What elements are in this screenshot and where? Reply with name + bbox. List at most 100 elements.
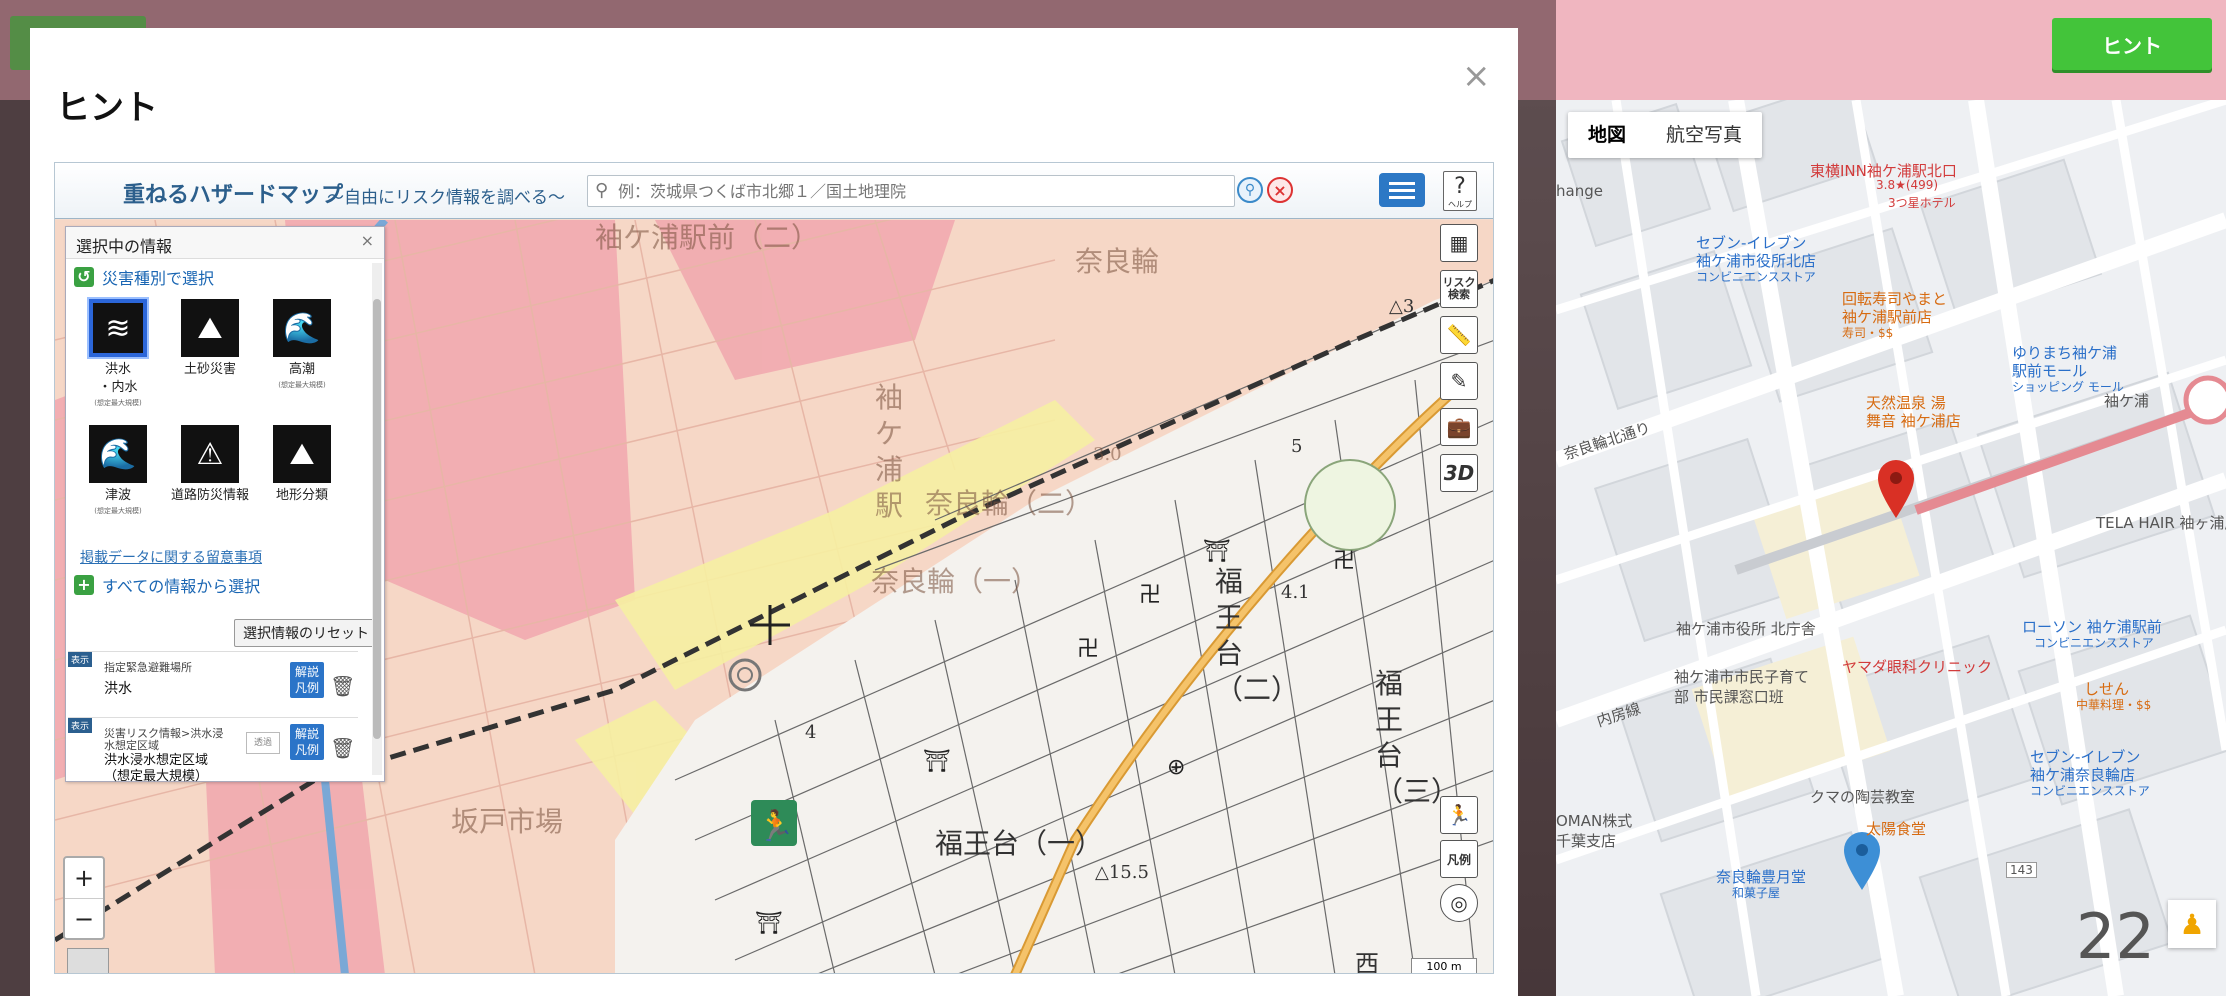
search-icon: ⚲: [595, 180, 609, 201]
locate-icon[interactable]: ◎: [1440, 884, 1478, 922]
poi-oman[interactable]: OMAN株式: [1556, 810, 1632, 831]
panel-scrollbar[interactable]: [372, 263, 382, 775]
label-elev5: 3.0: [1093, 444, 1122, 465]
hint-button[interactable]: ヒント: [2052, 18, 2212, 70]
poi-taiyo[interactable]: 太陽食堂: [1866, 818, 1926, 839]
label-station: 袖ケ浦駅: [875, 381, 904, 522]
zoom-out-button[interactable]: −: [65, 898, 103, 938]
trash-icon[interactable]: 🗑: [330, 736, 355, 760]
poi-toyoko-sub: 3つ星ホテル: [1888, 196, 1956, 210]
opacity-button[interactable]: 透過: [246, 732, 280, 754]
modal-title: ヒント: [56, 88, 158, 128]
category-label: 土砂災害: [183, 362, 236, 377]
poi-yamada[interactable]: ヤマダ眼科クリニック: [1842, 656, 1992, 677]
zoom-control: + −: [63, 856, 105, 940]
pegman-icon[interactable]: ♟: [2168, 900, 2216, 948]
category-label: 地形分類: [275, 488, 328, 503]
category-road[interactable]: ⚠ 道路防災情報: [164, 421, 256, 547]
basemap-toggle[interactable]: [67, 948, 109, 973]
category-tsunami[interactable]: 🌊 津波 (想定最大規模): [72, 421, 164, 547]
close-icon[interactable]: ×: [1462, 56, 1491, 96]
layer-name: 洪水: [104, 681, 132, 697]
legend-explain-button[interactable]: 解説凡例: [290, 662, 324, 698]
search-input[interactable]: [587, 175, 1235, 207]
category-label: 高潮: [288, 362, 315, 377]
map-type-satellite[interactable]: 航空写真: [1646, 112, 1762, 158]
legend-button[interactable]: 凡例: [1440, 840, 1478, 878]
poi-cityhall[interactable]: 袖ケ浦市役所 北庁舎: [1676, 618, 1816, 639]
search-button[interactable]: ⚲: [1237, 177, 1263, 203]
map-type-control[interactable]: 地図 航空写真: [1568, 112, 1763, 158]
label-elev6: 4.1: [1281, 582, 1310, 603]
label-area4: 奈良輪（一）: [871, 565, 1040, 598]
layer-title: 指定緊急避難場所: [104, 661, 192, 674]
svg-text:卍: 卍: [1139, 583, 1161, 608]
svg-text:⛩: ⛩: [1203, 539, 1231, 564]
zoom-level: 22: [2076, 900, 2155, 973]
section-all[interactable]: + すべての情報から選択: [66, 567, 384, 603]
label-area7: 福王台（一）: [935, 827, 1104, 860]
category-note: (想定最大規模): [278, 381, 326, 389]
poi-sodegaura[interactable]: 袖ケ浦: [2104, 390, 2149, 411]
hazard-map-canvas[interactable]: ⛩ 卍 卍 卍 ⛩ ⛩ ⊕ 🏃 袖ケ浦駅前（二） 奈良輪 袖ケ浦駅 奈良輪（二）…: [55, 220, 1493, 973]
label-area5: 福王台（二）: [1215, 565, 1299, 706]
poi-tela[interactable]: TELA HAIR 袖ヶ浦店: [2096, 512, 2226, 533]
menu-icon[interactable]: [1379, 173, 1425, 207]
evacuation-icon[interactable]: 🏃: [1440, 796, 1478, 834]
help-label: ヘルプ: [1448, 200, 1472, 209]
category-landslide[interactable]: ⛰ 土砂災害: [164, 295, 256, 421]
poi-sushi3: 寿司・$$: [1842, 326, 1894, 340]
category-flood[interactable]: ≋ 洪水 ・内水 (想定最大規模): [72, 295, 164, 421]
svg-text:卍: 卍: [1333, 549, 1355, 574]
layer-toggle-icon[interactable]: ▦: [1440, 224, 1478, 262]
layer-evacuation: 表示 指定緊急避難場所 洪水 解説凡例 🗑: [68, 651, 358, 715]
help-button[interactable]: ? ヘルプ: [1443, 171, 1477, 211]
map-type-map[interactable]: 地図: [1568, 112, 1646, 158]
svg-text:⊕: ⊕: [1167, 755, 1185, 780]
category-label: 洪水: [104, 362, 131, 377]
panel-header: 選択中の情報 ×: [66, 227, 384, 259]
display-tag[interactable]: 表示: [68, 718, 93, 733]
clear-icon[interactable]: ×: [1267, 177, 1293, 203]
briefcase-icon[interactable]: 💼: [1440, 408, 1478, 446]
label-elev4: 4: [805, 722, 817, 743]
section-by-type[interactable]: ↺ 災害種別で選択: [66, 259, 384, 295]
svg-text:卍: 卍: [1077, 637, 1099, 662]
svg-text:⛩: ⛩: [923, 749, 951, 774]
reset-button[interactable]: 選択情報のリセット: [234, 619, 378, 647]
panel-title: 選択中の情報: [76, 237, 173, 256]
notes-link[interactable]: 掲載データに関する留意事項: [66, 547, 384, 567]
label-area6: 福王台（三）: [1375, 667, 1459, 808]
poi-toyoko-rating: 3.8★(499): [1876, 178, 1939, 192]
poi-kuma[interactable]: クマの陶芸教室: [1810, 786, 1915, 807]
pencil-icon[interactable]: ✎: [1440, 362, 1478, 400]
section-all-label: すべての情報から選択: [102, 577, 261, 596]
ruler-icon[interactable]: 📏: [1440, 316, 1478, 354]
road-disaster-icon: ⚠: [181, 425, 239, 483]
poi-child2: 部 市民課窓口班: [1674, 688, 1784, 706]
display-tag[interactable]: 表示: [68, 652, 93, 667]
label-area2: 奈良輪: [1075, 245, 1160, 278]
zoom-in-button[interactable]: +: [65, 858, 103, 898]
risk-search-button[interactable]: リスク検索: [1440, 270, 1478, 308]
hazard-map-subtitle: ～自由にリスク情報を調べる～: [327, 188, 565, 208]
poi-oman2: 千葉支店: [1556, 832, 1617, 850]
category-label: 道路防災情報: [170, 488, 249, 503]
google-map[interactable]: 東横INN袖ケ浦駅北口 3.8★(499) 3つ星ホテル hange セブン-イ…: [1556, 100, 2226, 996]
svg-text:🏃: 🏃: [757, 808, 794, 844]
3d-button[interactable]: 3D: [1440, 454, 1478, 492]
poi-seven2c: コンビニエンスストア: [2030, 784, 2150, 798]
label-elev1: △15.5: [1095, 862, 1149, 883]
plus-icon: +: [74, 575, 94, 595]
route-shield: 143: [2006, 862, 2037, 878]
category-terrain[interactable]: ⛰ 地形分類: [256, 421, 348, 547]
panel-close-icon[interactable]: ×: [361, 231, 374, 250]
category-grid: ≋ 洪水 ・内水 (想定最大規模) ⛰ 土砂災害 🌊 高潮 (想定最大規模) 🌊…: [66, 295, 384, 547]
poi-child[interactable]: 袖ケ浦市市民子育て: [1674, 666, 1809, 687]
trash-icon[interactable]: 🗑: [330, 674, 355, 698]
category-storm-surge[interactable]: 🌊 高潮 (想定最大規模): [256, 295, 348, 421]
section-by-type-label: 災害種別で選択: [102, 269, 215, 288]
category-note: (想定最大規模): [94, 507, 142, 515]
legend-explain-button[interactable]: 解説凡例: [290, 724, 324, 760]
poi-seven1c: コンビニエンスストア: [1696, 270, 1816, 284]
